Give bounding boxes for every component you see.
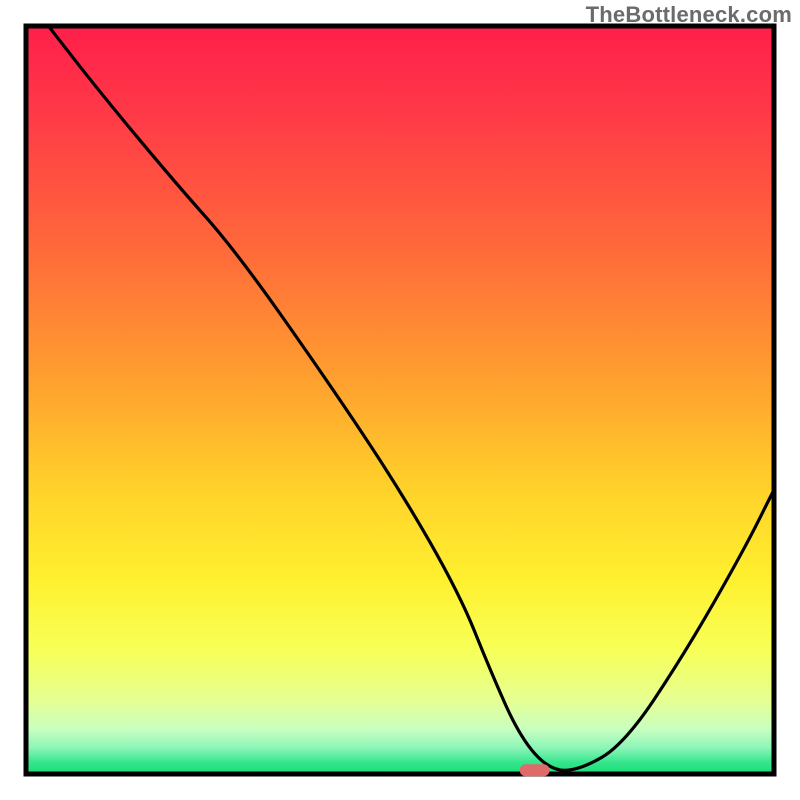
chart-stage: TheBottleneck.com <box>0 0 800 800</box>
chart-svg <box>0 0 800 800</box>
watermark-text: TheBottleneck.com <box>586 2 792 28</box>
marker-pill <box>520 764 550 776</box>
